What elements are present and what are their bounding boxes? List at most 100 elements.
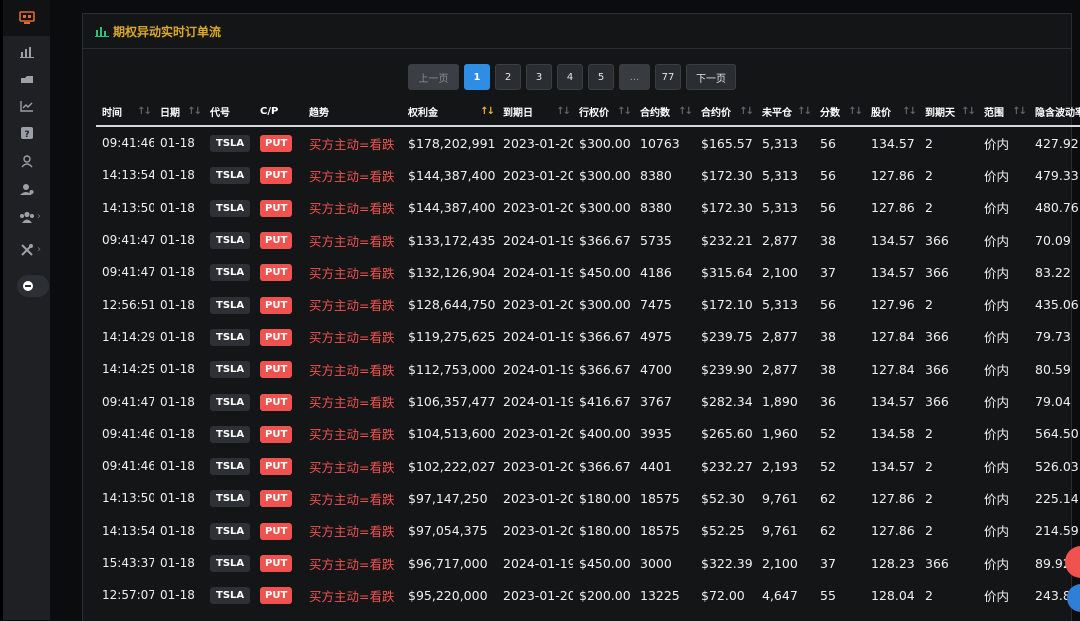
- column-header-strike[interactable]: 行权价 ↑↓: [573, 98, 634, 127]
- cell-value: $165.57: [701, 135, 753, 151]
- table-row[interactable]: 14:14:25 01-18 TSLA PUT 买方主动=看跌 $112,753,000 2…: [96, 353, 1080, 385]
- table-row[interactable]: 15:43:37 01-18 TSLA PUT 买方主动=看跌 $96,717,000 20…: [96, 547, 1080, 579]
- cell-symbol: TSLA: [204, 385, 254, 417]
- sort-icon[interactable]: ↑↓: [137, 106, 152, 117]
- table-row[interactable]: 12:56:51 01-18 TSLA PUT 买方主动=看跌 $128,644,750 2…: [96, 288, 1080, 320]
- page-button-4[interactable]: 4: [557, 64, 583, 90]
- sort-icon[interactable]: ↑↓: [848, 106, 863, 117]
- table-row[interactable]: 12:57:07 01-18 TSLA PUT 买方主动=看跌 $95,220,000 20…: [96, 579, 1080, 611]
- logo-icon[interactable]: [3, 0, 50, 36]
- column-header-score[interactable]: 分数 ↑↓: [814, 98, 865, 127]
- car-icon[interactable]: [3, 66, 50, 94]
- cell-value: 80.59: [1035, 361, 1071, 377]
- cell-moneyness: 价内: [978, 547, 1029, 579]
- cell-value: $104,513,600: [408, 426, 496, 442]
- sort-icon[interactable]: ↑↓: [678, 106, 693, 117]
- user-icon[interactable]: [3, 147, 50, 175]
- cell-value: 56: [820, 167, 836, 183]
- cell-implied-volatility: 427.92: [1029, 126, 1080, 159]
- cell-expiry: 2024-01-19: [497, 256, 573, 288]
- sort-icon[interactable]: ↑↓: [739, 106, 754, 117]
- table-row[interactable]: 14:13:54 01-18 TSLA PUT 买方主动=看跌 $97,054,375 20…: [96, 515, 1080, 547]
- column-header-stock-price[interactable]: 股价 ↑↓: [865, 98, 919, 127]
- table-row[interactable]: 09:41:47 01-18 TSLA PUT 买方主动=看跌 $133,172,435 2…: [96, 224, 1080, 256]
- cell-symbol: TSLA: [204, 450, 254, 482]
- cell-implied-volatility: 70.09: [1029, 224, 1080, 256]
- page-button-1[interactable]: 1: [464, 64, 490, 90]
- cell-days-to-expiry: 366: [919, 256, 978, 288]
- cell-premium: $102,222,027: [402, 450, 497, 482]
- column-header-contracts[interactable]: 合约数 ↑↓: [634, 98, 695, 127]
- sort-icon[interactable]: ↑↓: [187, 106, 202, 117]
- prev-page-button[interactable]: 上一页: [408, 64, 459, 90]
- sort-icon[interactable]: ↑↓: [797, 106, 812, 117]
- cell-moneyness: 价内: [978, 515, 1029, 547]
- cell-value: 2023-01-20: [503, 167, 573, 183]
- cell-contracts: 8380: [634, 159, 695, 191]
- cell-days-to-expiry: 2: [919, 288, 978, 320]
- cell-score: 38: [814, 321, 865, 353]
- cell-value: 价内: [984, 330, 1010, 346]
- cell-open-interest: 2,100: [756, 256, 814, 288]
- table-row[interactable]: 14:14:29 01-18 TSLA PUT 买方主动=看跌 $119,275,625 2…: [96, 321, 1080, 353]
- column-header-open-interest[interactable]: 未平仓 ↑↓: [756, 98, 814, 127]
- table-row[interactable]: 09:41:46 01-18 TSLA PUT 买方主动=看跌 $102,222,027 2…: [96, 450, 1080, 482]
- cell-trend: 买方主动=看跌: [303, 579, 402, 611]
- column-header-contract-price[interactable]: 合约价 ↑↓: [695, 98, 756, 127]
- cell-value: 买方主动=看跌: [309, 427, 395, 443]
- column-header-moneyness[interactable]: 范围 ↑↓: [978, 98, 1029, 127]
- next-page-button[interactable]: 下一页: [686, 64, 736, 90]
- cell-trend: 买方主动=看跌: [303, 288, 402, 320]
- page-button-2[interactable]: 2: [495, 64, 521, 90]
- page-button-last[interactable]: 77: [655, 64, 681, 90]
- cell-value: 01-18: [160, 265, 195, 280]
- table-row[interactable]: 09:41:47 01-18 TSLA PUT 买方主动=看跌 $132,126,904 2…: [96, 256, 1080, 288]
- table-row[interactable]: 09:41:46 01-18 TSLA PUT 买方主动=看跌 $178,202,991 2…: [96, 126, 1080, 159]
- users-icon[interactable]: ›: [3, 203, 50, 231]
- cell-time: 09:41:46: [96, 126, 154, 159]
- column-header-symbol[interactable]: 代号: [204, 98, 254, 127]
- table-row[interactable]: 09:41:46 01-18 TSLA PUT 买方主动=看跌 $104,513,600 2…: [96, 418, 1080, 450]
- cell-value: 7475: [640, 297, 672, 313]
- table-row[interactable]: 14:13:54 01-18 TSLA PUT 买方主动=看跌 $144,387,400 2…: [96, 159, 1080, 191]
- page-ellipsis[interactable]: ...: [619, 64, 650, 90]
- put-badge: PUT: [260, 490, 293, 508]
- column-header-call-put[interactable]: C/P: [254, 98, 303, 127]
- sort-icon[interactable]: ↑↓: [617, 106, 632, 117]
- column-header-time[interactable]: 时间 ↑↓: [96, 98, 154, 127]
- symbol-badge: TSLA: [210, 393, 251, 411]
- page-button-3[interactable]: 3: [526, 64, 552, 90]
- cell-contracts: 4700: [634, 353, 695, 385]
- cell-value: 2024-01-19: [503, 264, 573, 280]
- column-header-expiry[interactable]: 到期日 ↑↓: [497, 98, 573, 127]
- sidebar-collapse-toggle[interactable]: [17, 275, 49, 297]
- table-row[interactable]: 14:13:50 01-18 TSLA PUT 买方主动=看跌 $144,387,400 2…: [96, 192, 1080, 224]
- sort-icon[interactable]: ↑↓: [556, 106, 571, 117]
- tools-icon[interactable]: ›: [3, 236, 50, 264]
- cell-value: $96,717,000: [408, 555, 488, 571]
- cell-date: 01-18: [154, 288, 204, 320]
- table-row[interactable]: 14:13:50 01-18 TSLA PUT 买方主动=看跌 $97,147,250 20…: [96, 482, 1080, 514]
- page-button-5[interactable]: 5: [588, 64, 614, 90]
- cell-value: 55: [820, 587, 836, 603]
- sort-icon[interactable]: ↑↓: [480, 106, 495, 117]
- column-header-premium[interactable]: 权利金 ↑↓: [402, 98, 497, 127]
- cell-value: 2024-01-19: [503, 555, 573, 571]
- question-icon[interactable]: ?: [3, 119, 50, 147]
- cell-moneyness: 价内: [978, 126, 1029, 159]
- line-chart-icon[interactable]: [3, 92, 50, 120]
- cell-premium: $95,220,000: [402, 579, 497, 611]
- put-badge: PUT: [260, 555, 293, 572]
- sort-icon[interactable]: ↑↓: [902, 106, 917, 117]
- cell-value: 2: [925, 200, 933, 216]
- sort-icon[interactable]: ↑↓: [961, 106, 976, 117]
- cell-expiry: 2023-01-20: [497, 288, 573, 320]
- sort-icon[interactable]: ↑↓: [1012, 106, 1027, 117]
- table-row[interactable]: 09:41:47 01-18 TSLA PUT 买方主动=看跌 $106,357,477 2…: [96, 385, 1080, 417]
- column-header-implied-volatility[interactable]: 隐含波动率: [1029, 98, 1080, 127]
- column-header-days-to-expiry[interactable]: 到期天 ↑↓: [919, 98, 978, 127]
- chart-bar-icon[interactable]: [3, 38, 50, 66]
- column-header-trend[interactable]: 趋势: [303, 98, 402, 127]
- column-header-date[interactable]: 日期 ↑↓: [154, 98, 204, 127]
- user-tie-icon[interactable]: [3, 175, 50, 203]
